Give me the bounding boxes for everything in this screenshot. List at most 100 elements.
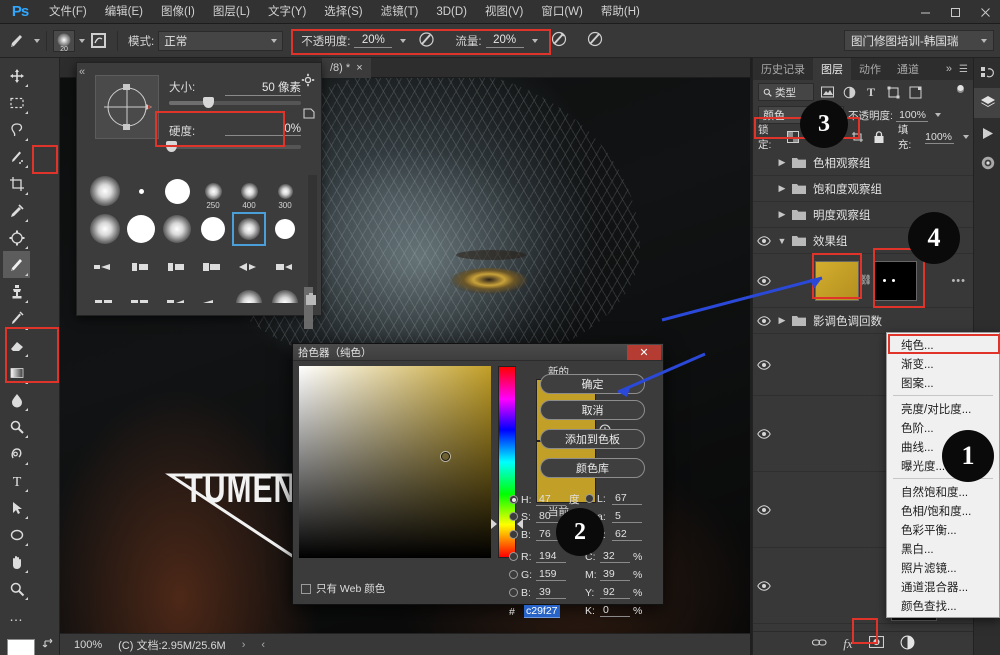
dodge-tool[interactable] [3,413,30,440]
cmyk-m-row[interactable]: M: 39 % [585,568,649,581]
menu-item-color-balance[interactable]: 色彩平衡... [887,520,999,539]
frame-tool[interactable] [3,224,30,251]
brush-preset-item[interactable] [87,211,123,247]
blur-tool[interactable] [3,386,30,413]
brush-preset-item[interactable] [231,285,267,303]
history-brush-tool[interactable] [3,305,30,332]
hsb-h-row[interactable]: H: 47 度 [509,492,585,507]
brush-preset-item[interactable]: 250 [195,173,231,210]
hand-tool[interactable] [3,548,30,575]
s-radio[interactable] [509,512,518,521]
chevron-right-icon[interactable]: ▶ [775,157,789,168]
swap-colors-icon[interactable] [42,637,55,653]
brush-preset-item[interactable] [123,249,159,285]
new-adjustment-layer-icon[interactable] [900,635,915,653]
eyedropper-tool[interactable] [3,197,30,224]
pixel-filter-icon[interactable] [818,83,836,101]
brush-preset-item[interactable] [87,249,123,285]
opacity-value[interactable]: 20% [354,34,393,48]
brush-preset-item[interactable] [267,211,303,247]
actions-rail-icon[interactable] [974,118,1000,148]
maximize-icon[interactable] [940,0,970,24]
l-value[interactable]: 67 [612,492,642,505]
flow-chevron-down-icon[interactable] [531,38,538,43]
chevron-down-icon[interactable]: ▼ [775,236,789,246]
g-value[interactable]: 159 [536,568,566,581]
layer-mask-thumbnail[interactable] [873,260,917,301]
airbrush-icon[interactable] [550,30,568,51]
cmyk-y-row[interactable]: Y: 92 % [585,586,649,599]
rgb-r-row[interactable]: R: 194 [509,550,566,563]
menu-window[interactable]: 窗口(W) [532,0,592,24]
link-mask-icon[interactable]: ⛓ [859,275,873,286]
document-tab-close-icon[interactable]: × [356,62,362,74]
menu-item-hue-saturation[interactable]: 色相/饱和度... [887,501,999,520]
brush-preset-item[interactable] [267,249,303,285]
layer-opacity-value[interactable]: 100% [895,109,928,122]
quick-selection-tool[interactable] [3,143,30,170]
brush-preset-item[interactable] [87,173,123,209]
add-mask-icon[interactable] [868,635,884,651]
brush-preset-item[interactable] [123,285,159,303]
smoothing-icon[interactable] [586,30,604,51]
brush-settings-icon[interactable] [85,29,111,53]
a-value[interactable]: 5 [612,510,642,523]
h-radio[interactable] [509,495,518,504]
menu-filter[interactable]: 滤镜(T) [372,0,428,24]
layer-visibility-icon[interactable] [753,504,775,515]
shape-tool[interactable] [3,521,30,548]
adjustment-filter-icon[interactable] [840,83,858,101]
cmyk-k-row[interactable]: K: 0 % [585,604,649,617]
menu-help[interactable]: 帮助(H) [592,0,649,24]
cmyk-c-row[interactable]: C: 32 % [585,550,649,563]
status-collapse-icon[interactable]: ‹ [261,639,265,651]
c-value[interactable]: 32 [600,550,630,563]
marquee-tool[interactable] [3,89,30,116]
zoom-tool[interactable] [3,575,30,602]
labb-value[interactable]: 62 [612,528,642,541]
l-radio[interactable] [585,494,594,503]
menu-file[interactable]: 文件(F) [40,0,96,24]
layer-filter-type-select[interactable]: 类型 [758,83,814,101]
workspace-selector[interactable]: 图门修图培训-韩国瑞 [844,30,994,51]
tab-history[interactable]: 历史记录 [753,58,813,80]
menu-item-channel-mixer[interactable]: 通道混合器... [887,577,999,596]
menu-type[interactable]: 文字(Y) [259,0,315,24]
y-value[interactable]: 92 [600,586,630,599]
menu-item-black-white[interactable]: 黑白... [887,539,999,558]
brush-preset-item[interactable] [87,285,123,303]
menu-item-pattern[interactable]: 图案... [887,373,999,392]
rgb-b-row[interactable]: B: 39 [509,586,566,599]
move-tool[interactable] [3,62,30,89]
layer-visibility-icon[interactable] [753,428,775,439]
brush-preset-item[interactable] [195,285,231,303]
menu-item-solid-color[interactable]: 纯色... [887,335,999,354]
tab-channels[interactable]: 通道 [889,58,927,80]
smart-filter-icon[interactable] [906,83,924,101]
lock-artboard-icon[interactable] [849,128,865,146]
layer-opacity-field[interactable]: 不透明度: 100% [848,108,941,123]
web-colors-checkbox-box[interactable] [301,583,311,594]
menu-item-color-lookup[interactable]: 颜色查找... [887,596,999,615]
rgb-g-row[interactable]: G: 159 [509,568,566,581]
more-tools-icon[interactable]: … [3,602,30,629]
brush-preset-item[interactable] [267,285,303,303]
lock-all-icon[interactable] [870,128,886,146]
trash-icon[interactable] [305,292,317,309]
b2-radio[interactable] [509,588,518,597]
layers-rail-icon[interactable] [974,88,1000,118]
path-selection-tool[interactable] [3,494,30,521]
mode-select[interactable]: 正常 [158,30,284,51]
layer-visibility-icon[interactable] [753,235,775,246]
menu-edit[interactable]: 编辑(E) [96,0,152,24]
flow-value[interactable]: 20% [485,34,524,48]
fx-icon[interactable]: fx [843,636,852,652]
tab-actions[interactable]: 动作 [851,58,889,80]
tool-preset-chevron-down-icon[interactable] [34,38,40,43]
status-expand-icon[interactable]: › [242,639,246,651]
opacity-chevron-down-icon[interactable] [400,38,407,43]
menu-item-gradient[interactable]: 渐变... [887,354,999,373]
type-filter-icon[interactable]: T [862,83,880,101]
brush-preset-item[interactable] [123,211,159,247]
r-value[interactable]: 194 [536,550,566,563]
